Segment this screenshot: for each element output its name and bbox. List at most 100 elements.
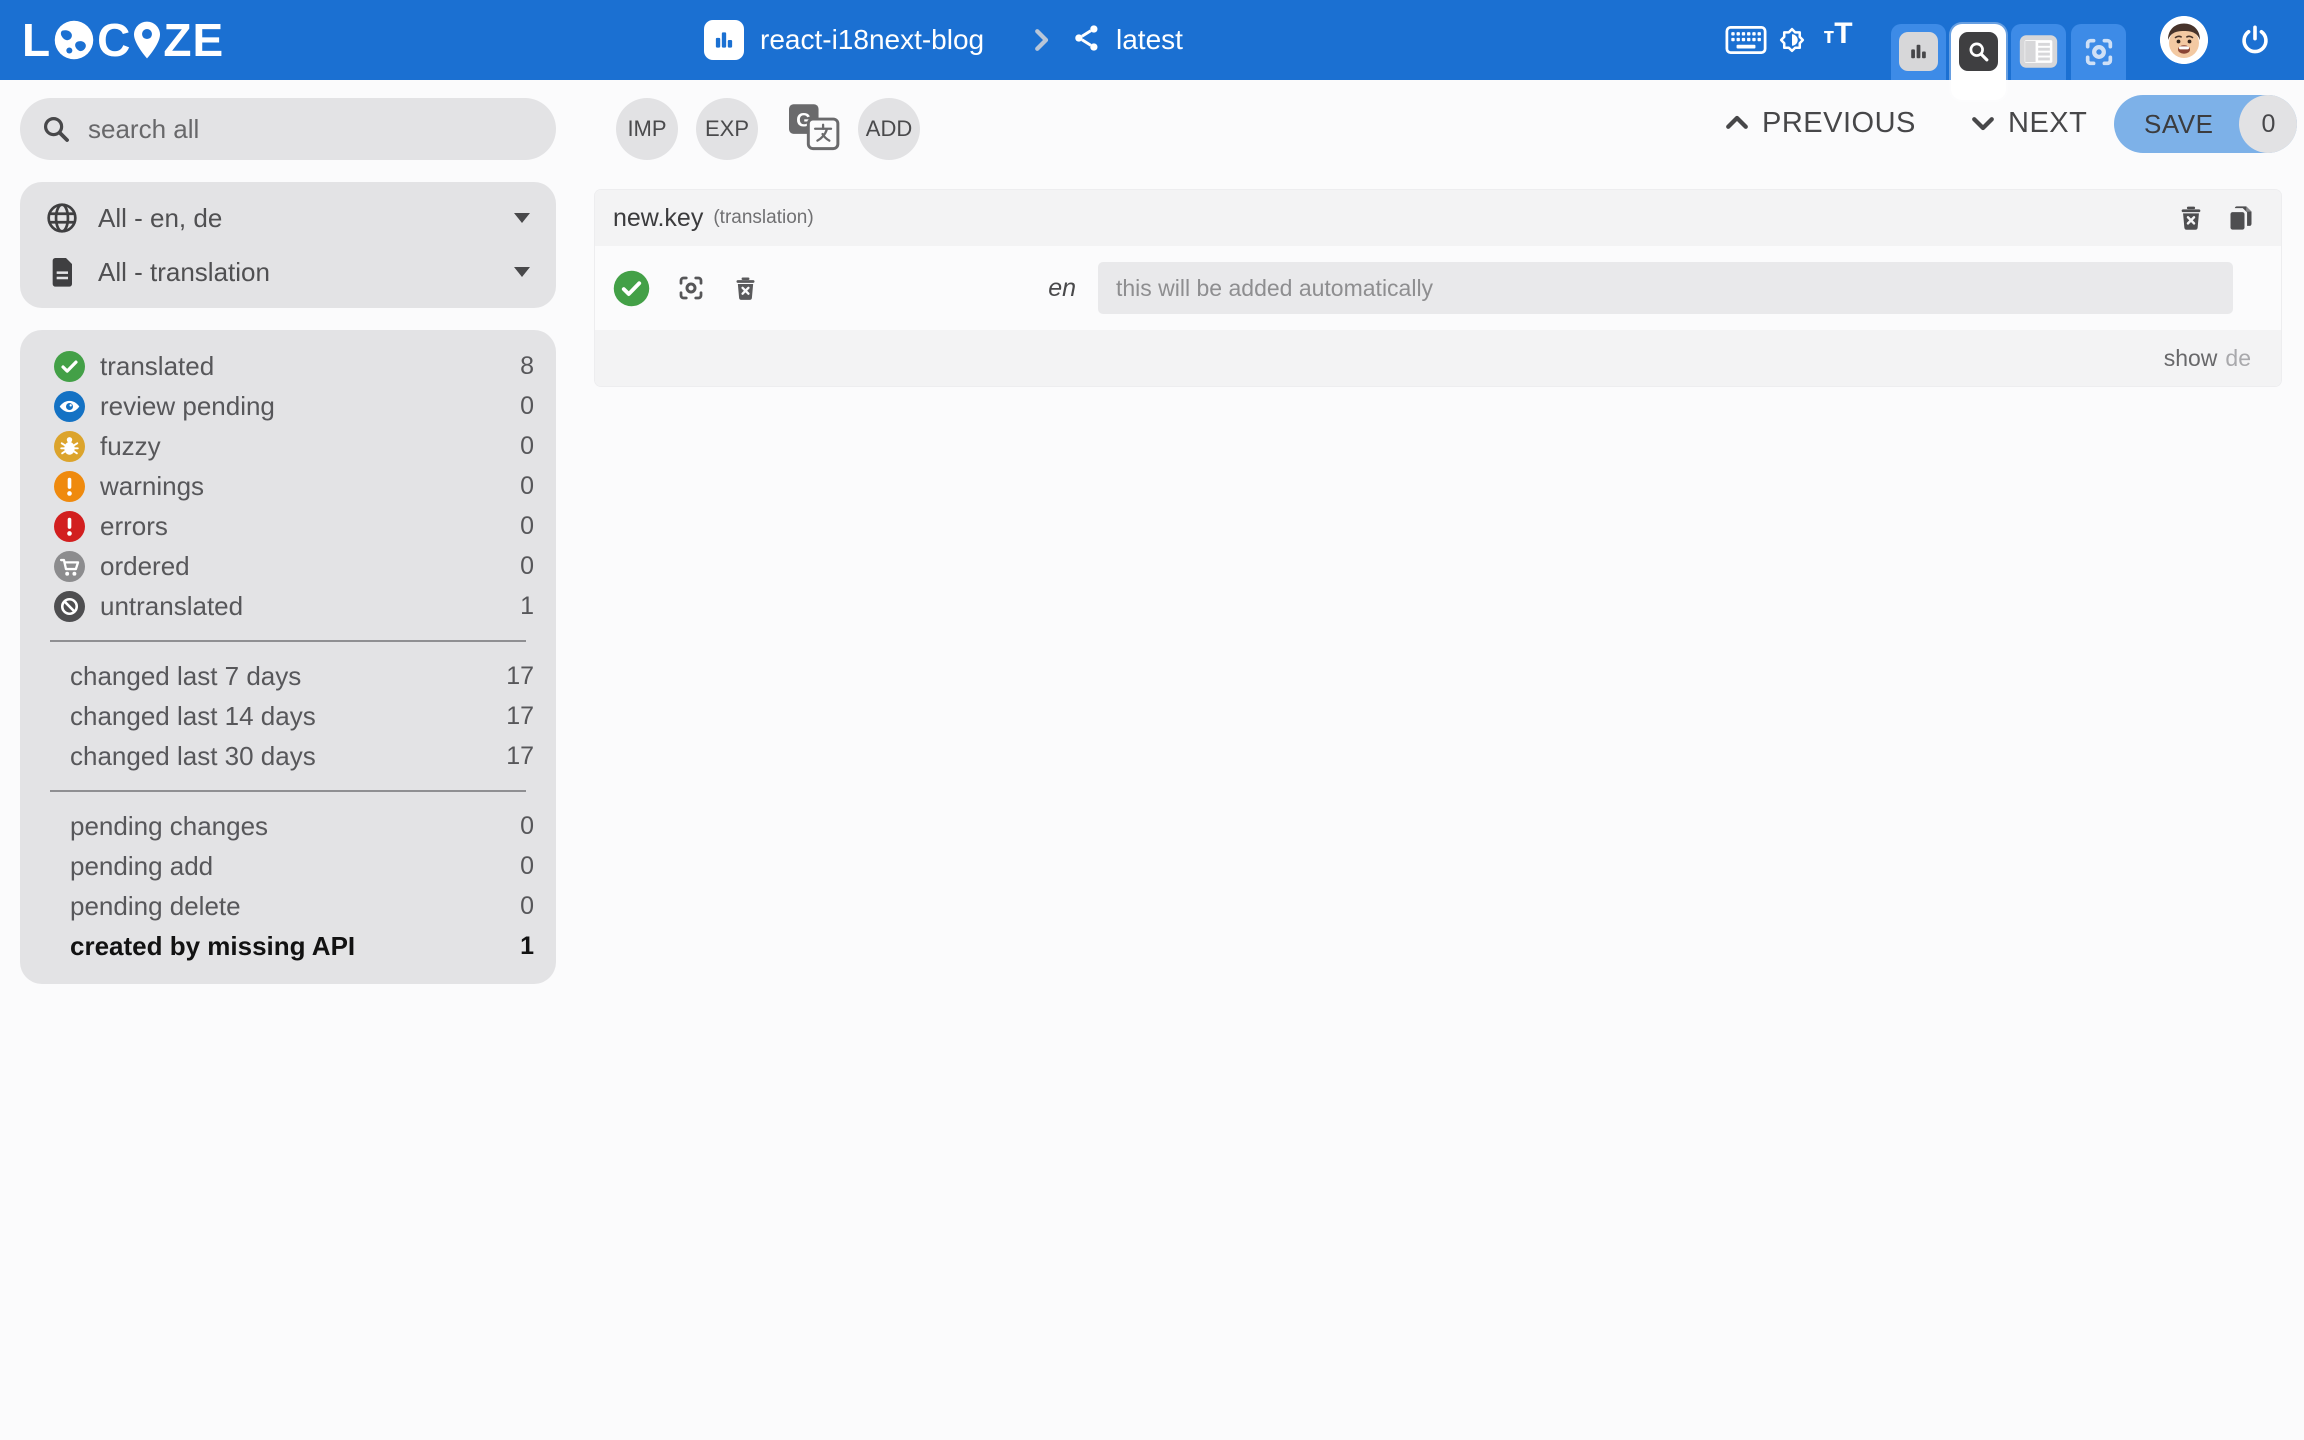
brightness-icon[interactable] bbox=[1769, 17, 1815, 63]
filter-count: 17 bbox=[506, 662, 534, 691]
sidebar-filter-review-pending[interactable]: review pending0 bbox=[20, 386, 556, 426]
breadcrumb: react-i18next-blog bbox=[704, 0, 1056, 80]
language-dropdown-value: All - en, de bbox=[98, 203, 514, 234]
keyboard-shortcuts-icon[interactable] bbox=[1723, 17, 1769, 63]
sidebar-filter-fuzzy[interactable]: fuzzy0 bbox=[20, 426, 556, 466]
machine-translate-icon[interactable]: G bbox=[786, 102, 842, 157]
filter-count: 17 bbox=[506, 702, 534, 731]
scope-selectors: All - en, de All - translation bbox=[20, 182, 556, 308]
project-name[interactable]: react-i18next-blog bbox=[760, 24, 984, 56]
sidebar-filter-errors[interactable]: errors0 bbox=[20, 506, 556, 546]
logout-power-icon[interactable] bbox=[2232, 17, 2278, 63]
filter-label: pending add bbox=[70, 851, 520, 882]
filter-count: 0 bbox=[520, 852, 534, 881]
filter-count: 0 bbox=[520, 472, 534, 501]
key-card-header: new.key (translation) bbox=[595, 190, 2281, 246]
key-card-footer: showde bbox=[595, 330, 2281, 386]
filter-label: pending delete bbox=[70, 891, 520, 922]
import-button[interactable]: IMP bbox=[616, 98, 678, 160]
previous-label: PREVIOUS bbox=[1762, 107, 1916, 140]
caret-down-icon bbox=[514, 213, 530, 223]
logo-letter-l: L bbox=[22, 15, 51, 65]
filter-label: fuzzy bbox=[100, 431, 520, 462]
filter-label: errors bbox=[100, 511, 520, 542]
add-label: ADD bbox=[866, 116, 912, 142]
filter-label: changed last 7 days bbox=[70, 661, 506, 692]
translation-key-card: new.key (translation) en sh bbox=[595, 190, 2281, 386]
locize-logo[interactable]: L C ZE bbox=[22, 15, 224, 65]
chevron-down-icon bbox=[1968, 108, 1998, 138]
chevron-up-icon bbox=[1722, 108, 1752, 138]
focus-key-icon[interactable] bbox=[676, 273, 706, 303]
filter-count: 0 bbox=[520, 812, 534, 841]
show-language-link[interactable]: showde bbox=[2164, 345, 2251, 372]
filter-label: untranslated bbox=[100, 591, 520, 622]
version-selector[interactable]: latest bbox=[1072, 0, 1183, 80]
sidebar-filter-pending-delete[interactable]: pending delete0 bbox=[20, 886, 556, 926]
bar-chart-icon bbox=[1899, 32, 1938, 71]
filter-count: 17 bbox=[506, 742, 534, 771]
delete-value-icon[interactable] bbox=[732, 275, 759, 302]
copy-key-icon[interactable] bbox=[2227, 204, 2255, 232]
filter-label: review pending bbox=[100, 391, 520, 422]
text-size-icon[interactable]: тT bbox=[1815, 17, 1861, 63]
namespace-dropdown[interactable]: All - translation bbox=[20, 245, 556, 299]
view-tab-group bbox=[1891, 0, 2126, 80]
delete-key-icon[interactable] bbox=[2177, 204, 2205, 232]
show-label: show bbox=[2164, 345, 2218, 371]
filter-count: 1 bbox=[520, 592, 534, 621]
pin-logo-icon bbox=[134, 21, 160, 59]
filter-label: pending changes bbox=[70, 811, 520, 842]
add-key-button[interactable]: ADD bbox=[858, 98, 920, 160]
sidebar-filter-untranslated[interactable]: untranslated1 bbox=[20, 586, 556, 626]
sidebar-filter-ordered[interactable]: ordered0 bbox=[20, 546, 556, 586]
bug-status-icon bbox=[54, 431, 85, 462]
sidebar-filter-changed-last-30-days[interactable]: changed last 30 days17 bbox=[20, 736, 556, 776]
globe-icon bbox=[44, 201, 80, 235]
filter-label: translated bbox=[100, 351, 520, 382]
exclaim-status-icon bbox=[54, 511, 85, 542]
filter-label: created by missing API bbox=[70, 931, 520, 962]
previous-button[interactable]: PREVIOUS bbox=[1722, 80, 1916, 166]
translation-value-input[interactable] bbox=[1098, 262, 2233, 314]
sidebar-filter-changed-last-14-days[interactable]: changed last 14 days17 bbox=[20, 696, 556, 736]
sidebar-filter-warnings[interactable]: warnings0 bbox=[20, 466, 556, 506]
filter-label: changed last 30 days bbox=[70, 741, 506, 772]
filter-label: ordered bbox=[100, 551, 520, 582]
exclaim-status-icon bbox=[54, 471, 85, 502]
tab-dashboard[interactable] bbox=[1891, 24, 1946, 80]
tab-focus[interactable] bbox=[2071, 24, 2126, 80]
filter-count: 0 bbox=[520, 552, 534, 581]
sidebar-filter-translated[interactable]: translated8 bbox=[20, 346, 556, 386]
filter-count: 0 bbox=[520, 392, 534, 421]
project-chart-icon[interactable] bbox=[704, 20, 744, 60]
globe-logo-icon bbox=[53, 19, 95, 61]
filter-card: translated8review pending0fuzzy0warnings… bbox=[20, 330, 556, 984]
export-button[interactable]: EXP bbox=[696, 98, 758, 160]
version-name: latest bbox=[1116, 24, 1183, 56]
chevron-right-icon[interactable] bbox=[1026, 25, 1056, 55]
search-box[interactable] bbox=[20, 98, 556, 160]
filter-count: 0 bbox=[520, 432, 534, 461]
sidebar-filter-created-by-missing-api[interactable]: created by missing API1 bbox=[20, 926, 556, 966]
language-tag: en bbox=[1048, 274, 1098, 303]
app-header: L C ZE react-i18next-blog latest bbox=[0, 0, 2304, 80]
sidebar-filter-pending-changes[interactable]: pending changes0 bbox=[20, 806, 556, 846]
sidebar-filter-changed-last-7-days[interactable]: changed last 7 days17 bbox=[20, 656, 556, 696]
language-dropdown[interactable]: All - en, de bbox=[20, 191, 556, 245]
search-tab-icon bbox=[1959, 32, 1998, 71]
logo-letter-c: C bbox=[97, 15, 131, 65]
save-label: SAVE bbox=[2114, 109, 2239, 140]
sidebar-filter-pending-add[interactable]: pending add0 bbox=[20, 846, 556, 886]
save-button[interactable]: SAVE 0 bbox=[2114, 95, 2297, 153]
user-avatar[interactable] bbox=[2160, 16, 2208, 64]
filter-count: 0 bbox=[520, 892, 534, 921]
share-icon bbox=[1072, 23, 1102, 58]
search-input[interactable] bbox=[88, 114, 536, 145]
tab-search[interactable] bbox=[1951, 24, 2006, 100]
tab-editor[interactable] bbox=[2011, 24, 2066, 80]
approved-check-icon[interactable] bbox=[613, 270, 650, 307]
changed-filter-list: changed last 7 days17changed last 14 day… bbox=[20, 656, 556, 776]
filter-label: changed last 14 days bbox=[70, 701, 506, 732]
search-icon bbox=[40, 113, 72, 145]
